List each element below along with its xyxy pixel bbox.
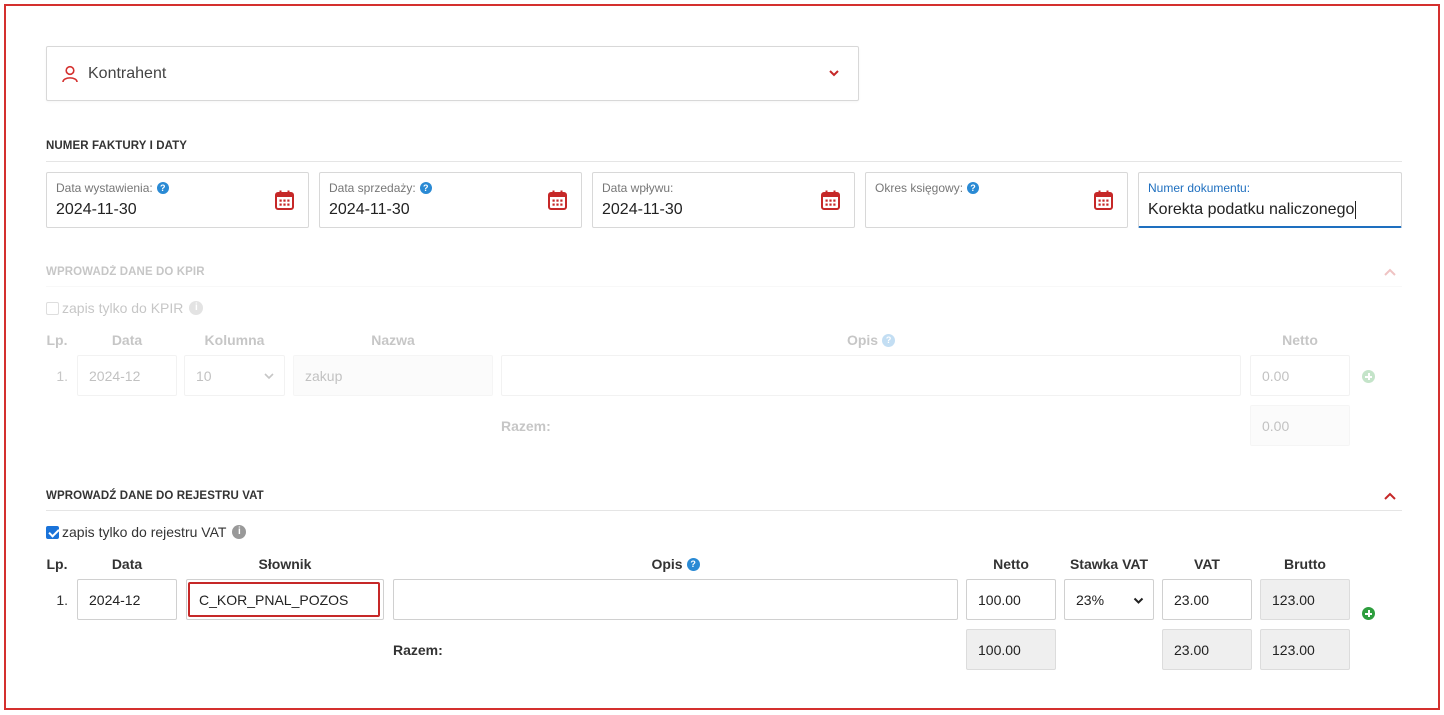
vat-gross-value: 123.00 <box>1260 579 1350 620</box>
chevron-up-icon[interactable] <box>1383 266 1397 278</box>
sale-date-field[interactable]: Data sprzedaży:? 2024-11-30 <box>319 172 582 228</box>
kpir-only-label: zapis tylko do KPIR <box>62 300 184 316</box>
chevron-up-icon[interactable] <box>1383 490 1397 502</box>
info-icon[interactable]: i <box>232 525 247 539</box>
chevron-down-icon <box>264 373 274 380</box>
vat-date-input[interactable]: 2024-12 <box>77 579 177 620</box>
vat-total-gross: 123.00 <box>1260 629 1350 670</box>
info-icon[interactable]: i <box>189 301 204 315</box>
vat-amount-input[interactable]: 23.00 <box>1162 579 1252 620</box>
receipt-date-field[interactable]: Data wpływu: 2024-11-30 <box>592 172 855 228</box>
vat-row-lp: 1. <box>56 592 68 608</box>
user-icon <box>62 65 78 82</box>
kpir-row-lp: 1. <box>56 368 68 384</box>
calendar-icon[interactable] <box>1094 190 1113 210</box>
kpir-section: WPROWADŹ DANE DO KPIR zapis tylko do KPI… <box>0 0 1444 446</box>
accounting-period-label: Okres księgowy: <box>875 181 964 195</box>
issue-date-label: Data wystawienia: <box>56 181 153 195</box>
vat-header-desc: Opis? <box>393 556 958 572</box>
vat-only-checkbox[interactable] <box>46 525 59 539</box>
divider <box>46 510 1402 511</box>
vat-header-date: Data <box>111 556 143 572</box>
vat-header-gross: Brutto <box>1284 556 1326 572</box>
kpir-date-input[interactable]: 2024-12 <box>77 355 177 396</box>
vat-dict-cell[interactable]: C_KOR_PNAL_POZOS <box>186 579 384 620</box>
issue-date-field[interactable]: Data wystawienia:? 2024-11-30 <box>46 172 309 228</box>
divider <box>46 161 1402 162</box>
kpir-header-desc: Opis? <box>501 332 1241 348</box>
add-row-icon[interactable] <box>1362 607 1375 620</box>
vat-only-label: zapis tylko do rejestru VAT <box>62 524 227 540</box>
add-row-icon[interactable] <box>1362 370 1375 383</box>
document-number-label: Numer dokumentu: <box>1148 181 1251 195</box>
kpir-name-input[interactable]: zakup <box>293 355 493 396</box>
vat-header-dict: Słownik <box>258 556 312 572</box>
kpir-only-checkbox-row[interactable]: zapis tylko do KPIR i <box>46 300 204 316</box>
vat-net-input[interactable]: 100.00 <box>966 579 1056 620</box>
vat-only-checkbox-row[interactable]: zapis tylko do rejestru VAT i <box>46 524 247 540</box>
help-icon[interactable]: ? <box>686 557 700 571</box>
kpir-header-lp: Lp. <box>46 332 68 348</box>
vat-desc-input[interactable] <box>393 579 958 620</box>
vat-header-net: Netto <box>993 556 1029 572</box>
help-icon[interactable]: ? <box>882 333 896 347</box>
kpir-header-net: Netto <box>1282 332 1318 348</box>
kpir-header-column: Kolumna <box>204 332 265 348</box>
receipt-date-label: Data wpływu: <box>602 181 674 195</box>
kpir-section-title: WPROWADŹ DANE DO KPIR <box>46 266 205 278</box>
chevron-down-icon[interactable] <box>828 67 840 79</box>
divider <box>46 286 1402 287</box>
vat-header-vat: VAT <box>1194 556 1220 572</box>
kpir-header-name: Nazwa <box>371 332 415 348</box>
sale-date-value: 2024-11-30 <box>329 201 410 218</box>
kpir-header-date: Data <box>111 332 143 348</box>
invoice-section-title: NUMER FAKTURY I DATY <box>46 140 188 152</box>
help-icon[interactable]: ? <box>967 182 980 194</box>
vat-rate-select[interactable]: 23% <box>1064 579 1154 620</box>
chevron-down-icon <box>1133 597 1144 604</box>
vat-total-net: 100.00 <box>966 629 1056 670</box>
kpir-column-select[interactable]: 10 <box>184 355 285 396</box>
contractor-label: Kontrahent <box>88 64 167 82</box>
receipt-date-value: 2024-11-30 <box>602 201 683 218</box>
contractor-dropdown[interactable]: Kontrahent <box>46 46 859 101</box>
help-icon[interactable]: ? <box>156 182 169 194</box>
vat-header-lp: Lp. <box>46 556 68 572</box>
calendar-icon[interactable] <box>548 190 567 210</box>
help-icon[interactable]: ? <box>419 182 432 194</box>
vat-dict-input[interactable]: C_KOR_PNAL_POZOS <box>188 582 380 617</box>
kpir-desc-input[interactable] <box>501 355 1241 396</box>
kpir-total-label: Razem: <box>501 418 551 434</box>
accounting-period-field[interactable]: Okres księgowy:? <box>865 172 1128 228</box>
document-number-input[interactable]: Korekta podatku naliczonego <box>1148 201 1357 219</box>
kpir-total-net: 0.00 <box>1250 405 1350 446</box>
document-number-field[interactable]: Numer dokumentu: Korekta podatku naliczo… <box>1138 172 1402 228</box>
sale-date-label: Data sprzedaży: <box>329 181 416 195</box>
vat-total-vat: 23.00 <box>1162 629 1252 670</box>
calendar-icon[interactable] <box>275 190 294 210</box>
kpir-net-input[interactable]: 0.00 <box>1250 355 1350 396</box>
vat-section-title: WPROWADŹ DANE DO REJESTRU VAT <box>46 490 264 502</box>
kpir-only-checkbox[interactable] <box>46 301 59 315</box>
calendar-icon[interactable] <box>821 190 840 210</box>
issue-date-value: 2024-11-30 <box>56 201 137 218</box>
vat-total-label: Razem: <box>393 642 443 658</box>
vat-header-rate: Stawka VAT <box>1069 556 1149 572</box>
